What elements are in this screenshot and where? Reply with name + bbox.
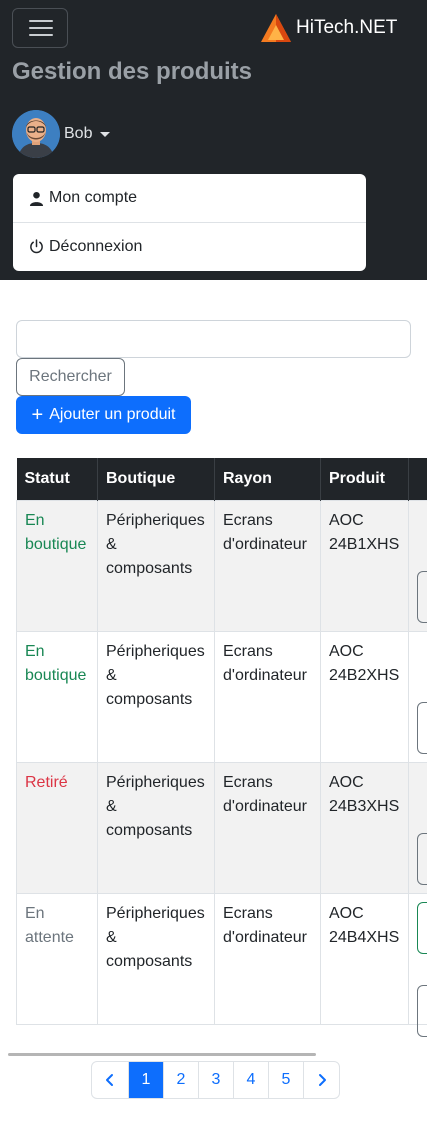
- column-header-shop: Boutique: [97, 458, 215, 500]
- actions-cell: [408, 630, 427, 763]
- column-header-rayon: Rayon: [214, 458, 321, 500]
- status-cell: En boutique: [16, 630, 98, 763]
- user-menu-toggle[interactable]: Bob: [12, 110, 111, 158]
- menu-item-logout[interactable]: Déconnexion: [13, 222, 366, 270]
- pagination-page-3[interactable]: 3: [198, 1062, 233, 1098]
- rayon-cell: Ecrans d'ordinateur: [214, 630, 321, 763]
- hamburger-icon-line: [29, 34, 53, 36]
- add-product-button[interactable]: + Ajouter un produit: [16, 396, 191, 434]
- row-action-button[interactable]: [417, 570, 427, 623]
- pagination: 1 2 3 4 5: [91, 1061, 340, 1099]
- pagination-page-5[interactable]: 5: [268, 1062, 303, 1098]
- chevron-left-icon: [106, 1074, 113, 1086]
- row-action-button[interactable]: [417, 901, 427, 954]
- search-input[interactable]: [16, 320, 411, 358]
- shop-cell: Péripheriques & composants: [97, 499, 215, 632]
- brand-name: HiTech.NET: [296, 17, 398, 38]
- menu-item-label: Mon compte: [49, 189, 138, 206]
- products-table-container[interactable]: Statut Boutique Rayon Produit En boutiqu…: [16, 458, 427, 1046]
- column-header-product: Produit: [320, 458, 409, 500]
- actions-cell: [408, 761, 427, 894]
- table-header-row: Statut Boutique Rayon Produit: [16, 458, 427, 500]
- pagination-prev-button[interactable]: [92, 1062, 128, 1098]
- table-row: Retiré Péripheriques & composants Ecrans…: [16, 761, 427, 894]
- page-title: Gestion des produits: [12, 58, 253, 85]
- shop-cell: Péripheriques & composants: [97, 761, 215, 894]
- rayon-cell: Ecrans d'ordinateur: [214, 892, 321, 1025]
- shop-cell: Péripheriques & composants: [97, 892, 215, 1025]
- hamburger-icon-line: [29, 27, 53, 29]
- brand-logo-icon: [261, 14, 291, 42]
- search-button[interactable]: Rechercher: [16, 358, 125, 396]
- power-icon: [30, 239, 43, 254]
- actions-cell: [408, 499, 427, 632]
- status-cell: En boutique: [16, 499, 98, 632]
- add-product-label: Ajouter un produit: [49, 406, 176, 423]
- table-row: En boutique Péripheriques & composants E…: [16, 499, 427, 632]
- products-table: Statut Boutique Rayon Produit En boutiqu…: [16, 458, 427, 1037]
- pagination-page-1[interactable]: 1: [128, 1062, 163, 1098]
- menu-item-label: Déconnexion: [49, 237, 143, 255]
- column-header-actions: [408, 458, 427, 500]
- pagination-page-4[interactable]: 4: [233, 1062, 268, 1098]
- status-cell: Retiré: [16, 761, 98, 894]
- brand-link[interactable]: HiTech.NET: [260, 12, 397, 44]
- rayon-cell: Ecrans d'ordinateur: [214, 499, 321, 632]
- pagination-next-button[interactable]: [303, 1062, 339, 1098]
- person-icon: [29, 191, 44, 206]
- menu-toggle-button[interactable]: [12, 8, 68, 48]
- navbar: HiTech.NET Gestion des produits Bob Mon …: [0, 0, 427, 280]
- pagination-page-2[interactable]: 2: [163, 1062, 198, 1098]
- shop-cell: Péripheriques & composants: [97, 630, 215, 763]
- menu-item-account[interactable]: Mon compte: [13, 174, 366, 222]
- row-action-button[interactable]: [417, 832, 427, 885]
- row-action-button[interactable]: [417, 984, 427, 1037]
- product-cell: AOC 24B2XHS: [320, 630, 409, 763]
- product-cell: AOC 24B1XHS: [320, 499, 409, 632]
- plus-icon: +: [31, 404, 44, 426]
- caret-down-icon: [100, 131, 111, 137]
- chevron-right-icon: [318, 1074, 326, 1086]
- user-dropdown-menu: Mon compte Déconnexion: [13, 174, 366, 271]
- product-cell: AOC 24B4XHS: [320, 892, 409, 1025]
- hamburger-icon-line: [29, 20, 53, 22]
- table-row: En attente Péripheriques & composants Ec…: [16, 892, 427, 1037]
- actions-cell: [408, 892, 427, 1037]
- product-cell: AOC 24B3XHS: [320, 761, 409, 894]
- row-action-button[interactable]: [417, 701, 427, 754]
- user-name: Bob: [64, 125, 93, 142]
- rayon-cell: Ecrans d'ordinateur: [214, 761, 321, 894]
- status-cell: En attente: [16, 892, 98, 1025]
- column-header-status: Statut: [16, 458, 98, 500]
- horizontal-scrollbar[interactable]: [8, 1053, 316, 1056]
- table-row: En boutique Péripheriques & composants E…: [16, 630, 427, 763]
- avatar: [12, 110, 60, 158]
